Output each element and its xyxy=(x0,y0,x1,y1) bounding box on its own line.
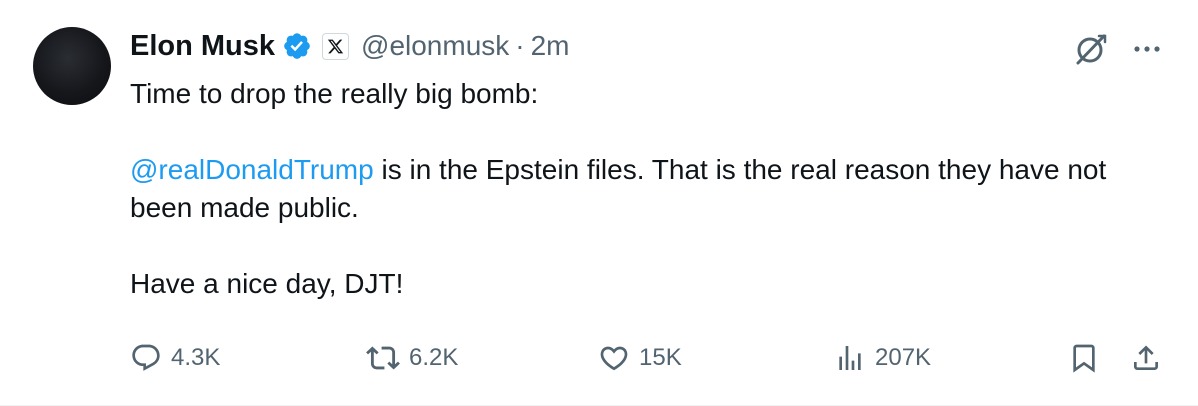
reply-count: 4.3K xyxy=(171,344,221,371)
views-icon xyxy=(834,342,866,374)
tweet-line: Time to drop the really big bomb: xyxy=(130,78,539,109)
timestamp[interactable]: 2m xyxy=(531,30,570,62)
share-button[interactable] xyxy=(1130,338,1162,378)
like-count: 15K xyxy=(639,344,682,371)
verified-badge-icon[interactable] xyxy=(282,31,312,61)
mention-link[interactable]: @realDonaldTrump xyxy=(130,154,374,185)
action-bar: 4.3K 6.2K 15K 207K xyxy=(0,338,1198,378)
share-icon xyxy=(1130,342,1162,374)
reply-icon xyxy=(130,342,162,374)
repost-icon xyxy=(366,341,400,375)
x-logo-icon[interactable] xyxy=(322,32,350,60)
bookmark-icon xyxy=(1068,342,1100,374)
like-button[interactable]: 15K xyxy=(598,338,682,378)
views-count: 207K xyxy=(875,344,932,371)
tweet-text: Time to drop the really big bomb: @realD… xyxy=(130,75,1160,303)
grok-icon[interactable] xyxy=(1072,30,1110,68)
separator-dot: · xyxy=(515,30,525,61)
views-button[interactable]: 207K xyxy=(834,338,931,378)
tweet-header: Elon Musk @elonmusk · 2m xyxy=(130,26,570,66)
top-right-icons xyxy=(1072,30,1164,68)
avatar[interactable] xyxy=(33,27,111,105)
author-handle[interactable]: @elonmusk xyxy=(361,30,509,62)
bookmark-button[interactable] xyxy=(1068,338,1100,378)
repost-button[interactable]: 6.2K xyxy=(366,338,458,378)
repost-count: 6.2K xyxy=(409,344,459,371)
author-name[interactable]: Elon Musk xyxy=(130,30,275,63)
heart-icon xyxy=(598,342,630,374)
tweet-line: Have a nice day, DJT! xyxy=(130,268,404,299)
tweet-line: @realDonaldTrump is in the Epstein files… xyxy=(130,151,1160,227)
more-icon[interactable] xyxy=(1130,32,1164,66)
reply-button[interactable]: 4.3K xyxy=(130,338,220,378)
tweet[interactable]: Elon Musk @elonmusk · 2m Time to drop th… xyxy=(0,0,1198,406)
